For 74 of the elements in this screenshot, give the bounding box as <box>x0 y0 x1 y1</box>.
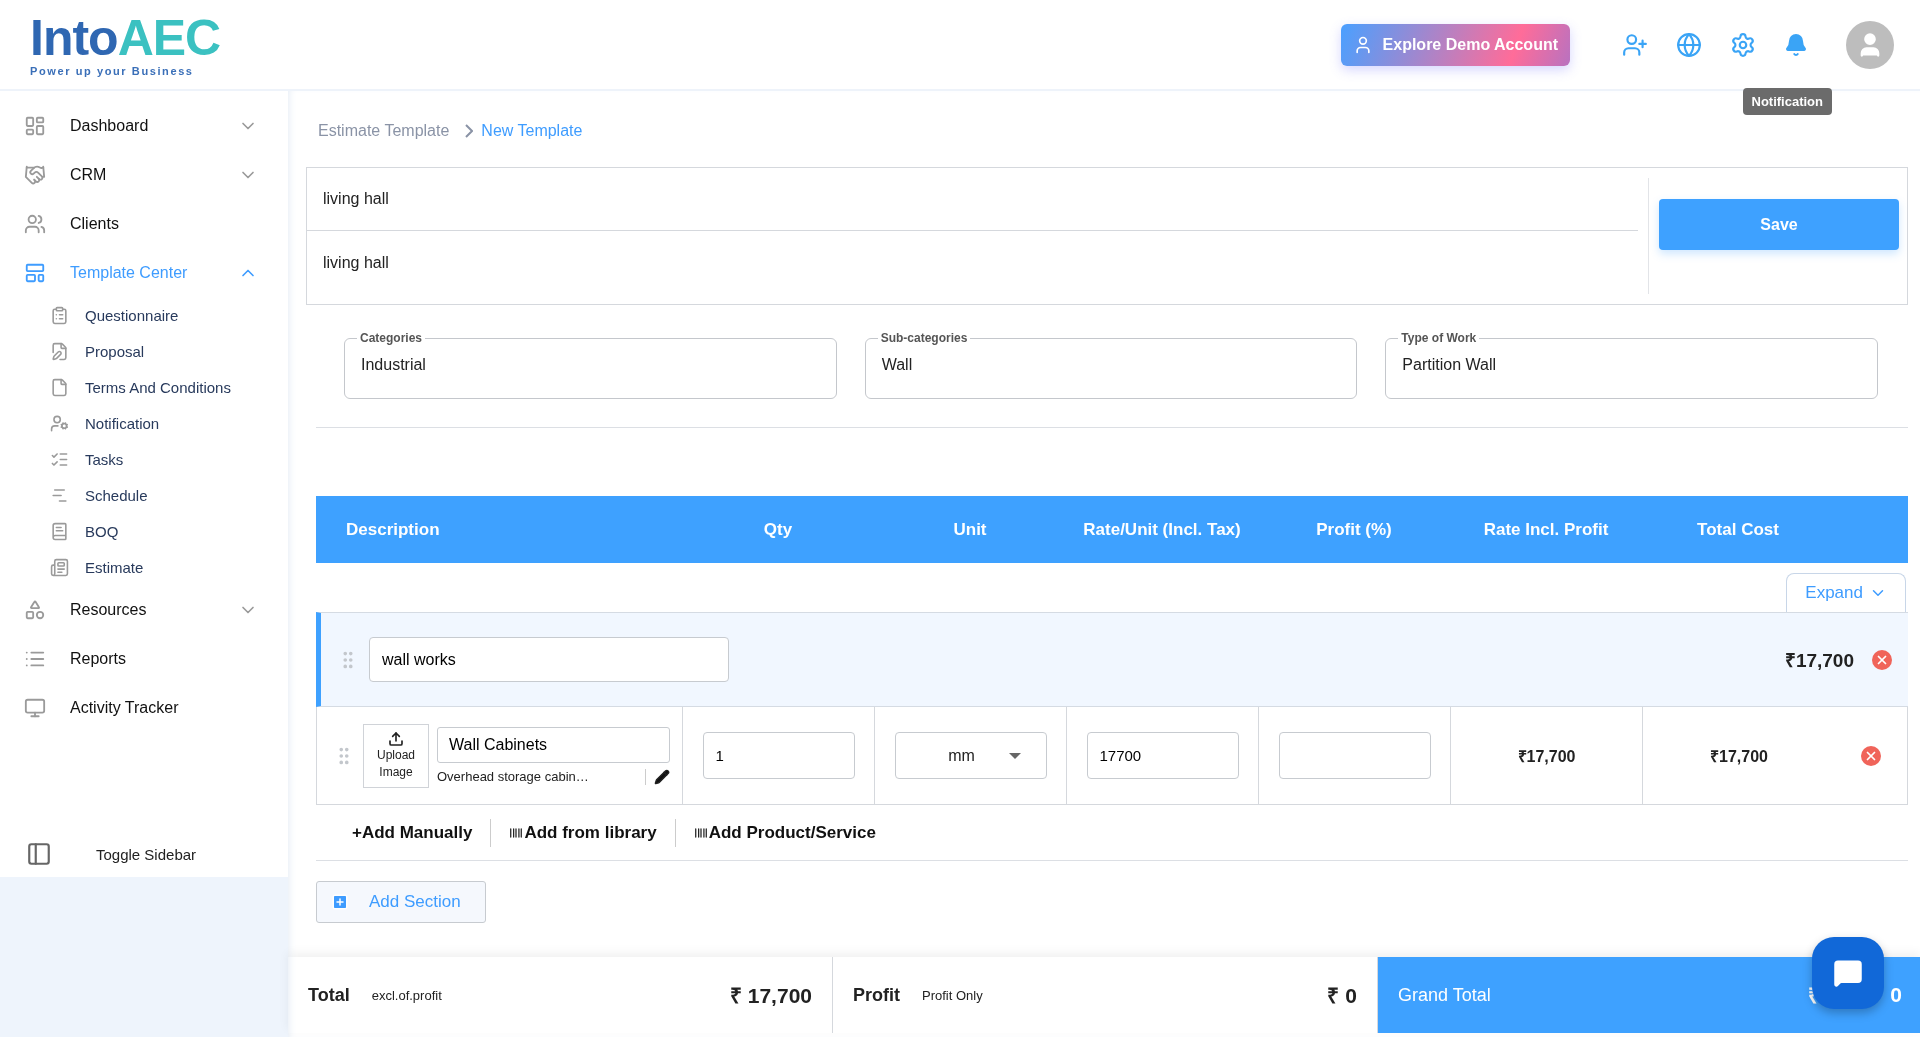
barcode-icon <box>509 825 524 840</box>
user-gear-icon <box>50 413 69 433</box>
sidebar-subitem[interactable]: Schedule <box>0 477 288 513</box>
avatar[interactable] <box>1846 20 1894 69</box>
users-icon <box>24 212 46 235</box>
field-label: Categories <box>359 331 424 345</box>
profit-note: Profit Only <box>922 987 984 1003</box>
sidebar-subitem[interactable]: Proposal <box>0 333 288 369</box>
sidebar-subitem[interactable]: Terms And Conditions <box>0 369 288 405</box>
dropdown-field[interactable]: Categories Industrial <box>344 331 837 399</box>
panel-icon <box>26 841 52 867</box>
plus-icon <box>331 893 349 911</box>
total-note: excl.of.profit <box>371 987 443 1003</box>
section-total: ₹17,700 <box>1784 648 1854 673</box>
add-link[interactable]: +Add Manually <box>334 818 491 847</box>
book-icon <box>50 521 69 541</box>
dashboard-icon <box>24 114 46 137</box>
section-name-field[interactable]: wall works <box>369 637 729 682</box>
sidebar-subitem[interactable]: Tasks <box>0 441 288 477</box>
table-cell-text: ₹17,700 <box>1517 746 1576 767</box>
profit-field[interactable] <box>1278 732 1431 779</box>
sidebar-item[interactable]: Reports <box>0 634 288 683</box>
file-icon <box>50 377 69 397</box>
sidebar-subitem[interactable]: Estimate <box>0 549 288 585</box>
table-header: Description Qty Unit Rate/Unit (Incl. Tax) Profit (%) Rate Incl. Profit Total Cost <box>316 496 1908 563</box>
rate-field[interactable]: 17700 <box>1086 732 1239 779</box>
add-user-icon[interactable] <box>1622 31 1648 58</box>
total-label: Total <box>308 984 350 1006</box>
field-label: Sub-categories <box>879 331 969 345</box>
toggle-sidebar-button[interactable]: Toggle Sidebar <box>0 841 288 867</box>
chevron-right-icon <box>465 124 474 138</box>
clipboard-icon <box>50 305 69 325</box>
profit-value: ₹ 0 <box>1327 983 1357 1009</box>
add-link[interactable]: Add Product/Service <box>674 818 894 847</box>
remove-icon[interactable] <box>1872 649 1892 670</box>
settings-icon[interactable] <box>1730 31 1756 58</box>
dropdown-field[interactable]: Type of Work Partition Wall <box>1385 331 1878 399</box>
dropdown-field[interactable]: Sub-categories Wall <box>864 331 1358 399</box>
upload-icon <box>388 731 404 748</box>
grand-total-label: Grand Total <box>1398 984 1492 1006</box>
table-cell-text: ₹17,700 <box>1710 746 1768 767</box>
add-link[interactable]: Add from library <box>490 818 675 847</box>
profit-label: Profit <box>853 984 900 1006</box>
upload-image-button[interactable]: Upload Image <box>363 723 429 788</box>
remove-icon[interactable] <box>1861 745 1881 766</box>
pencil-icon[interactable] <box>645 768 670 785</box>
sidebar-item[interactable]: Clients <box>0 199 288 248</box>
item-name-field[interactable]: Wall Cabinets <box>437 726 670 763</box>
item-description: Overhead storage cabin… <box>437 769 589 784</box>
unit-select[interactable]: mm <box>894 732 1047 779</box>
sidebar-item[interactable]: Dashboard <box>0 101 288 150</box>
sidebar-subitem[interactable]: Notification <box>0 405 288 441</box>
chat-icon <box>1833 958 1863 988</box>
tooltip: Notification <box>1742 88 1832 115</box>
handshake-icon <box>24 163 46 186</box>
shapes-icon <box>24 598 46 621</box>
grand-total-value: 0 <box>1890 983 1902 1007</box>
sidebar-item[interactable]: CRM <box>0 150 288 199</box>
total-value: ₹ 17,700 <box>729 983 812 1009</box>
template-icon <box>24 261 46 284</box>
document-edit-icon <box>50 341 69 361</box>
sidebar-item[interactable]: Activity Tracker <box>0 683 288 732</box>
logo-wordmark: IntoAEC <box>30 12 221 63</box>
monitor-icon <box>24 696 46 719</box>
sidebar-subitem[interactable]: Questionnaire <box>0 297 288 333</box>
globe-icon[interactable] <box>1676 31 1702 58</box>
barcode-icon <box>693 825 708 840</box>
qty-field[interactable]: 1 <box>702 732 855 779</box>
sidebar-item[interactable]: Resources <box>0 585 288 634</box>
sidebar-subitem[interactable]: BOQ <box>0 513 288 549</box>
field-label: Type of Work <box>1400 331 1478 345</box>
newspaper-icon <box>50 557 69 577</box>
logo-tagline: Power up your Business <box>30 64 195 77</box>
notification-icon[interactable] <box>1784 32 1808 57</box>
